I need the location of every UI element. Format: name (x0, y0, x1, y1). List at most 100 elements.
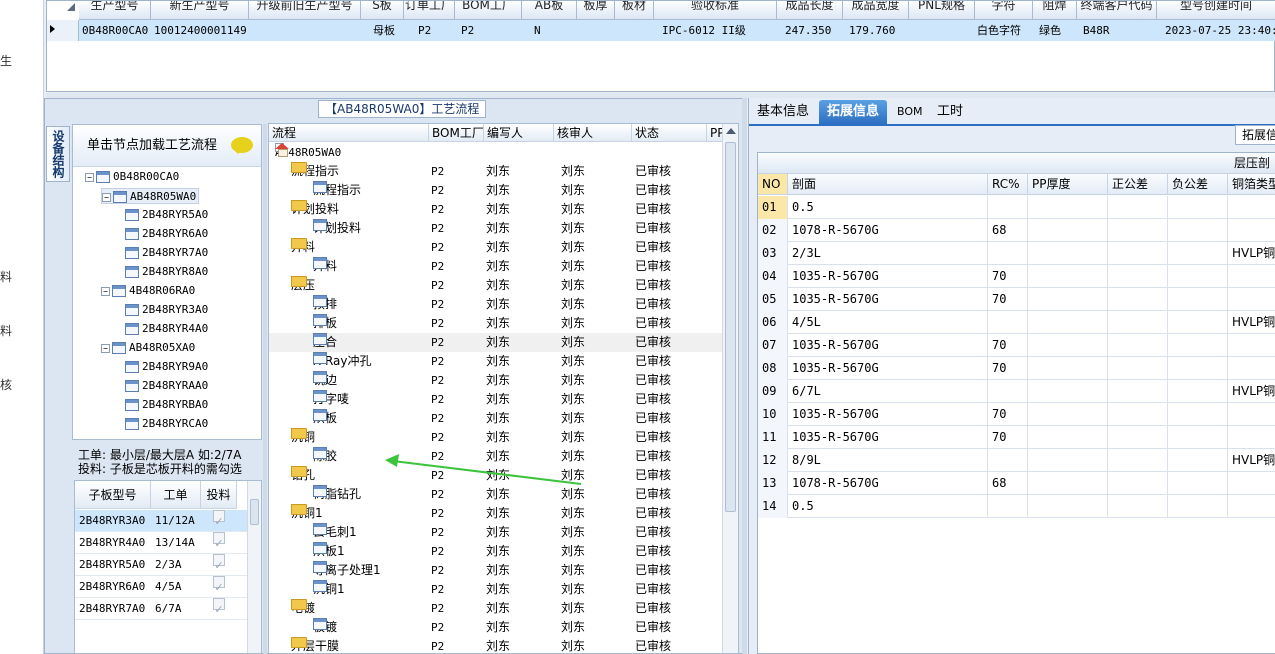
table-row[interactable]: 2B48RYR7A0 6/7A ✓ (75, 598, 247, 620)
col-header[interactable]: BOM工厂 (455, 1, 522, 20)
splitter[interactable] (263, 124, 267, 654)
table-row[interactable]: 2B48RYR5A0 2/3A ✓ (75, 554, 247, 576)
col-header[interactable]: NO (758, 174, 788, 195)
col-header[interactable]: 铜箔类型 (1228, 174, 1275, 195)
table-row[interactable]: 064/5L HVLP铜箔 (758, 311, 1275, 334)
table-row[interactable]: −沉铜 P2 刘东 刘东 已审核 (269, 428, 724, 447)
table-row[interactable]: 预排 P2 刘东 刘东 已审核 (269, 295, 724, 314)
col-header[interactable]: 升级前旧生产型号 (249, 1, 361, 20)
table-row[interactable]: 板镀 P2 刘东 刘东 已审核 (269, 618, 724, 637)
table-row[interactable]: 烘板 P2 刘东 刘东 已审核 (269, 409, 724, 428)
table-row[interactable]: 07 1035-R-5670G 70 (758, 334, 1275, 357)
table-row[interactable]: −外层干膜 P2 刘东 刘东 已审核 (269, 637, 724, 653)
table-row[interactable]: 流程指示 P2 刘东 刘东 已审核 (269, 181, 724, 200)
left-strip-item[interactable]: 核 (0, 376, 12, 393)
table-row[interactable]: 13 1078-R-5670G 68 (758, 472, 1275, 495)
table-row[interactable]: 压合 P2 刘东 刘东 已审核 (269, 333, 724, 352)
scrollbar[interactable] (247, 481, 261, 653)
table-row[interactable]: −电镀 P2 刘东 刘东 已审核 (269, 599, 724, 618)
table-row[interactable]: −流程指示 P2 刘东 刘东 已审核 (269, 162, 724, 181)
table-row[interactable]: 08 1035-R-5670G 70 (758, 357, 1275, 380)
tab-work-hours[interactable]: 工时 (929, 100, 971, 124)
table-row[interactable]: 烘板1 P2 刘东 刘东 已审核 (269, 542, 724, 561)
col-header[interactable]: 正公差 (1108, 174, 1168, 195)
scroll-thumb[interactable] (250, 499, 259, 525)
table-row[interactable]: −开料 P2 刘东 刘东 已审核 (269, 238, 724, 257)
table-row[interactable]: −计划投料 P2 刘东 刘东 已审核 (269, 200, 724, 219)
table-row[interactable]: X-Ray冲孔 P2 刘东 刘东 已审核 (269, 352, 724, 371)
table-row[interactable]: 打字唛 P2 刘东 刘东 已审核 (269, 390, 724, 409)
col-header[interactable]: 成品长度 (777, 1, 843, 20)
table-row[interactable]: 01 0.5 (758, 196, 1275, 219)
tree-node[interactable]: 2B48RYR3A0 (125, 302, 208, 318)
tree-node[interactable]: − 0B48R00CA0 (85, 169, 179, 185)
feed-checkbox[interactable]: ✓ (213, 510, 225, 528)
tree-node[interactable]: 2B48RYR7A0 (125, 245, 208, 261)
table-row[interactable]: 2B48RYR3A0 11/12A ✓ (75, 510, 247, 532)
col-header[interactable]: 订单工厂 (404, 1, 455, 20)
table-row[interactable]: 计划投料 P2 刘东 刘东 已审核 (269, 219, 724, 238)
col-header[interactable]: PNL规格 (909, 1, 975, 20)
tab-bom[interactable]: BOM (889, 100, 931, 124)
tree-node[interactable]: 2B48RYR4A0 (125, 321, 208, 337)
expand-toggle-icon[interactable]: − (102, 192, 111, 202)
col-header[interactable]: 字符 (975, 1, 1033, 20)
tree-node[interactable]: 2B48RYR9A0 (125, 359, 208, 375)
splitter[interactable] (742, 98, 747, 654)
feed-checkbox[interactable]: ✓ (213, 576, 225, 594)
tree-node[interactable]: 2B48RYRBA0 (125, 397, 208, 413)
table-row[interactable]: −沉铜1 P2 刘东 刘东 已审核 (269, 504, 724, 523)
table-row[interactable]: 032/3L HVLP铜箔 (758, 242, 1275, 265)
table-row[interactable]: 14 0.5 (758, 495, 1275, 518)
row-selector[interactable] (47, 20, 79, 41)
col-header[interactable]: 板厚 (577, 1, 615, 20)
tree-node[interactable]: 2B48RYR5A0 (125, 207, 208, 223)
tree-node[interactable]: 2B48RYR6A0 (125, 226, 208, 242)
tree-node[interactable]: 2B48RYR8A0 (125, 264, 208, 280)
col-header[interactable]: 终端客户代码 (1077, 1, 1157, 20)
col-header[interactable]: 成品宽度 (843, 1, 909, 20)
left-strip-item[interactable]: 料 (0, 268, 12, 285)
tree-node[interactable]: − AB48R05XA0 (101, 340, 195, 356)
col-header[interactable]: 编写人 (484, 124, 554, 142)
col-header[interactable]: RC% (988, 174, 1028, 195)
table-row[interactable]: 10 1035-R-5670G 70 (758, 403, 1275, 426)
col-header[interactable]: 投料 (201, 481, 237, 509)
scrollbar[interactable] (722, 124, 738, 653)
left-strip-item[interactable]: 生 (0, 52, 12, 69)
extended-info-button[interactable]: 拓展信 (1235, 125, 1275, 145)
table-row[interactable]: 05 1035-R-5670G 70 (758, 288, 1275, 311)
chat-bubble-icon[interactable] (231, 137, 253, 154)
col-header[interactable]: 阻焊 (1033, 1, 1077, 20)
tree-node[interactable]: − 4B48R06RA0 (101, 283, 195, 299)
table-row[interactable]: 2B48RYR4A0 13/14A ✓ (75, 532, 247, 554)
expand-toggle-icon[interactable]: − (101, 286, 110, 296)
col-header[interactable]: 剖面 (788, 174, 988, 195)
tree-node[interactable]: 2B48RYRCA0 (125, 416, 208, 432)
table-row[interactable]: 04 1035-R-5670G 70 (758, 265, 1275, 288)
table-row[interactable]: 128/9L HVLP铜箔 (758, 449, 1275, 472)
tree-node[interactable]: 2B48RYRAA0 (125, 378, 208, 394)
table-row[interactable]: 096/7L HVLP铜箔 (758, 380, 1275, 403)
col-header[interactable]: 流程 (269, 124, 429, 142)
table-row[interactable]: 沉铜1 P2 刘东 刘东 已审核 (269, 580, 724, 599)
table-row[interactable]: −层压 P2 刘东 刘东 已审核 (269, 276, 724, 295)
col-header[interactable]: 验收标准 (654, 1, 777, 20)
tree-node[interactable]: − AB48R05WA0 (101, 188, 200, 204)
feed-checkbox[interactable]: ✓ (213, 532, 225, 550)
table-row[interactable]: 铣边 P2 刘东 刘东 已审核 (269, 371, 724, 390)
table-row[interactable]: −钻孔 P2 刘东 刘东 已审核 (269, 466, 724, 485)
table-row[interactable]: 2B48RYR6A0 4/5A ✓ (75, 576, 247, 598)
left-strip-item[interactable]: 料 (0, 322, 12, 339)
table-row[interactable]: 11 1035-R-5670G 70 (758, 426, 1275, 449)
expand-toggle-icon[interactable]: − (101, 343, 110, 353)
table-row[interactable]: 去毛刺1 P2 刘东 刘东 已审核 (269, 523, 724, 542)
col-header[interactable]: 型号创建时间 (1157, 1, 1275, 20)
table-row[interactable]: 等离子处理1 P2 刘东 刘东 已审核 (269, 561, 724, 580)
col-header[interactable]: 新生产型号 (151, 1, 249, 20)
col-header[interactable]: 状态 (632, 124, 707, 142)
col-header[interactable]: AB板 (522, 1, 577, 20)
table-row[interactable]: 02 1078-R-5670G 68 (758, 219, 1275, 242)
table-row[interactable]: 开料 P2 刘东 刘东 已审核 (269, 257, 724, 276)
table-row[interactable]: − AB48R05WA0 (269, 143, 724, 162)
